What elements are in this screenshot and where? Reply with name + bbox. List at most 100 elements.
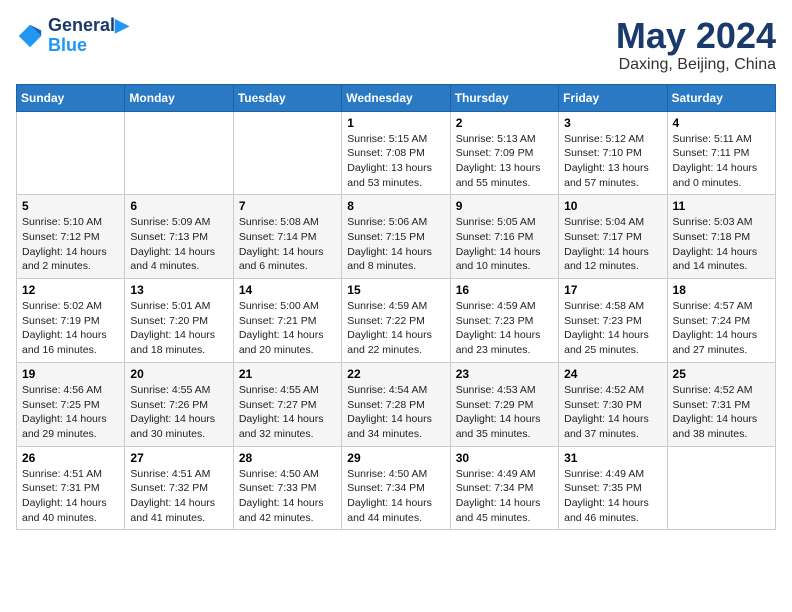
day-number: 20 [130, 367, 227, 381]
calendar-cell: 2 Sunrise: 5:13 AM Sunset: 7:09 PM Daylig… [450, 111, 558, 195]
day-number: 12 [22, 283, 119, 297]
weekday-header: Saturday [667, 84, 775, 111]
day-info: Sunrise: 4:56 AM Sunset: 7:25 PM Dayligh… [22, 383, 119, 442]
day-number: 31 [564, 451, 661, 465]
day-number: 23 [456, 367, 553, 381]
calendar-week: 1 Sunrise: 5:15 AM Sunset: 7:08 PM Daylig… [17, 111, 776, 195]
day-info: Sunrise: 4:53 AM Sunset: 7:29 PM Dayligh… [456, 383, 553, 442]
day-number: 29 [347, 451, 444, 465]
day-info: Sunrise: 4:50 AM Sunset: 7:34 PM Dayligh… [347, 467, 444, 526]
day-info: Sunrise: 4:52 AM Sunset: 7:30 PM Dayligh… [564, 383, 661, 442]
calendar-week: 19 Sunrise: 4:56 AM Sunset: 7:25 PM Dayli… [17, 362, 776, 446]
day-number: 19 [22, 367, 119, 381]
day-number: 13 [130, 283, 227, 297]
logo-text: General▶ Blue [48, 16, 129, 56]
day-info: Sunrise: 5:12 AM Sunset: 7:10 PM Dayligh… [564, 132, 661, 191]
day-number: 10 [564, 199, 661, 213]
calendar-cell: 4Sunrise: 5:11 AM Sunset: 7:11 PM Daylig… [667, 111, 775, 195]
calendar-cell: 31 Sunrise: 4:49 AM Sunset: 7:35 PM Dayli… [559, 446, 667, 530]
day-info: Sunrise: 5:10 AM Sunset: 7:12 PM Dayligh… [22, 215, 119, 274]
calendar-cell: 6 Sunrise: 5:09 AM Sunset: 7:13 PM Daylig… [125, 195, 233, 279]
day-number: 9 [456, 199, 553, 213]
calendar-week: 12 Sunrise: 5:02 AM Sunset: 7:19 PM Dayli… [17, 279, 776, 363]
day-number: 17 [564, 283, 661, 297]
calendar-table: SundayMondayTuesdayWednesdayThursdayFrid… [16, 84, 776, 531]
day-number: 25 [673, 367, 770, 381]
day-number: 2 [456, 116, 553, 130]
calendar-cell: 24Sunrise: 4:52 AM Sunset: 7:30 PM Dayli… [559, 362, 667, 446]
day-info: Sunrise: 4:55 AM Sunset: 7:26 PM Dayligh… [130, 383, 227, 442]
calendar-cell: 5 Sunrise: 5:10 AM Sunset: 7:12 PM Daylig… [17, 195, 125, 279]
day-info: Sunrise: 5:13 AM Sunset: 7:09 PM Dayligh… [456, 132, 553, 191]
calendar-cell [233, 111, 341, 195]
calendar-body: 1 Sunrise: 5:15 AM Sunset: 7:08 PM Daylig… [17, 111, 776, 530]
weekday-header: Wednesday [342, 84, 450, 111]
day-number: 8 [347, 199, 444, 213]
day-info: Sunrise: 5:09 AM Sunset: 7:13 PM Dayligh… [130, 215, 227, 274]
day-info: Sunrise: 5:02 AM Sunset: 7:19 PM Dayligh… [22, 299, 119, 358]
calendar-cell: 30Sunrise: 4:49 AM Sunset: 7:34 PM Dayli… [450, 446, 558, 530]
day-info: Sunrise: 4:50 AM Sunset: 7:33 PM Dayligh… [239, 467, 336, 526]
day-info: Sunrise: 5:01 AM Sunset: 7:20 PM Dayligh… [130, 299, 227, 358]
calendar-cell: 11 Sunrise: 5:03 AM Sunset: 7:18 PM Dayli… [667, 195, 775, 279]
day-info: Sunrise: 4:59 AM Sunset: 7:22 PM Dayligh… [347, 299, 444, 358]
weekday-header: Sunday [17, 84, 125, 111]
weekday-header: Thursday [450, 84, 558, 111]
day-info: Sunrise: 4:49 AM Sunset: 7:34 PM Dayligh… [456, 467, 553, 526]
day-info: Sunrise: 4:58 AM Sunset: 7:23 PM Dayligh… [564, 299, 661, 358]
day-info: Sunrise: 5:04 AM Sunset: 7:17 PM Dayligh… [564, 215, 661, 274]
day-number: 21 [239, 367, 336, 381]
calendar-cell [125, 111, 233, 195]
day-number: 5 [22, 199, 119, 213]
calendar-cell: 13 Sunrise: 5:01 AM Sunset: 7:20 PM Dayli… [125, 279, 233, 363]
day-info: Sunrise: 5:05 AM Sunset: 7:16 PM Dayligh… [456, 215, 553, 274]
day-number: 28 [239, 451, 336, 465]
calendar-cell: 23 Sunrise: 4:53 AM Sunset: 7:29 PM Dayli… [450, 362, 558, 446]
calendar-cell: 3 Sunrise: 5:12 AM Sunset: 7:10 PM Daylig… [559, 111, 667, 195]
logo-icon [16, 22, 44, 50]
weekday-header: Friday [559, 84, 667, 111]
weekday-header: Tuesday [233, 84, 341, 111]
weekday-header: Monday [125, 84, 233, 111]
day-info: Sunrise: 4:51 AM Sunset: 7:31 PM Dayligh… [22, 467, 119, 526]
calendar-header: SundayMondayTuesdayWednesdayThursdayFrid… [17, 84, 776, 111]
day-number: 27 [130, 451, 227, 465]
calendar-cell: 8 Sunrise: 5:06 AM Sunset: 7:15 PM Daylig… [342, 195, 450, 279]
month-title: May 2024 [616, 16, 776, 56]
day-info: Sunrise: 4:59 AM Sunset: 7:23 PM Dayligh… [456, 299, 553, 358]
calendar-cell: 14Sunrise: 5:00 AM Sunset: 7:21 PM Dayli… [233, 279, 341, 363]
calendar-cell: 15Sunrise: 4:59 AM Sunset: 7:22 PM Dayli… [342, 279, 450, 363]
day-number: 26 [22, 451, 119, 465]
calendar-cell: 18 Sunrise: 4:57 AM Sunset: 7:24 PM Dayli… [667, 279, 775, 363]
calendar-cell: 10 Sunrise: 5:04 AM Sunset: 7:17 PM Dayli… [559, 195, 667, 279]
day-number: 6 [130, 199, 227, 213]
day-info: Sunrise: 4:52 AM Sunset: 7:31 PM Dayligh… [673, 383, 770, 442]
day-number: 3 [564, 116, 661, 130]
day-info: Sunrise: 5:00 AM Sunset: 7:21 PM Dayligh… [239, 299, 336, 358]
calendar-cell: 22Sunrise: 4:54 AM Sunset: 7:28 PM Dayli… [342, 362, 450, 446]
day-info: Sunrise: 5:08 AM Sunset: 7:14 PM Dayligh… [239, 215, 336, 274]
calendar-week: 26 Sunrise: 4:51 AM Sunset: 7:31 PM Dayli… [17, 446, 776, 530]
day-info: Sunrise: 5:03 AM Sunset: 7:18 PM Dayligh… [673, 215, 770, 274]
calendar-cell: 25 Sunrise: 4:52 AM Sunset: 7:31 PM Dayli… [667, 362, 775, 446]
day-number: 1 [347, 116, 444, 130]
day-number: 18 [673, 283, 770, 297]
calendar-cell: 12 Sunrise: 5:02 AM Sunset: 7:19 PM Dayli… [17, 279, 125, 363]
logo: General▶ Blue [16, 16, 129, 56]
calendar-cell: 28 Sunrise: 4:50 AM Sunset: 7:33 PM Dayli… [233, 446, 341, 530]
calendar-cell [667, 446, 775, 530]
day-info: Sunrise: 5:06 AM Sunset: 7:15 PM Dayligh… [347, 215, 444, 274]
calendar-cell: 21Sunrise: 4:55 AM Sunset: 7:27 PM Dayli… [233, 362, 341, 446]
day-info: Sunrise: 4:57 AM Sunset: 7:24 PM Dayligh… [673, 299, 770, 358]
day-number: 22 [347, 367, 444, 381]
calendar-cell [17, 111, 125, 195]
calendar-cell: 7 Sunrise: 5:08 AM Sunset: 7:14 PM Daylig… [233, 195, 341, 279]
day-number: 7 [239, 199, 336, 213]
page-header: General▶ Blue May 2024 Daxing, Beijing, … [16, 16, 776, 74]
calendar-cell: 1 Sunrise: 5:15 AM Sunset: 7:08 PM Daylig… [342, 111, 450, 195]
calendar-cell: 19 Sunrise: 4:56 AM Sunset: 7:25 PM Dayli… [17, 362, 125, 446]
day-number: 4 [673, 116, 770, 130]
day-info: Sunrise: 4:49 AM Sunset: 7:35 PM Dayligh… [564, 467, 661, 526]
day-info: Sunrise: 5:15 AM Sunset: 7:08 PM Dayligh… [347, 132, 444, 191]
day-number: 11 [673, 199, 770, 213]
